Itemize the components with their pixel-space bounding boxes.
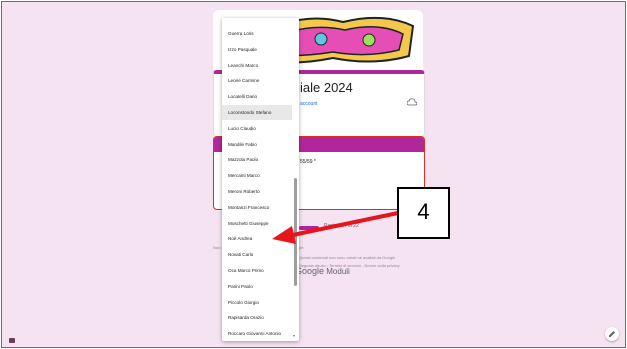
annotation-arrow [272,211,399,244]
annotation-box: 4 [397,187,450,239]
pencil-icon[interactable] [605,327,619,341]
feedback-icon[interactable] [9,338,15,343]
annotation-label: 4 [417,199,430,224]
annotation-arrow-head [272,226,296,244]
pencil-icon-glyph [609,331,615,337]
annotation-arrow-line [287,211,399,238]
